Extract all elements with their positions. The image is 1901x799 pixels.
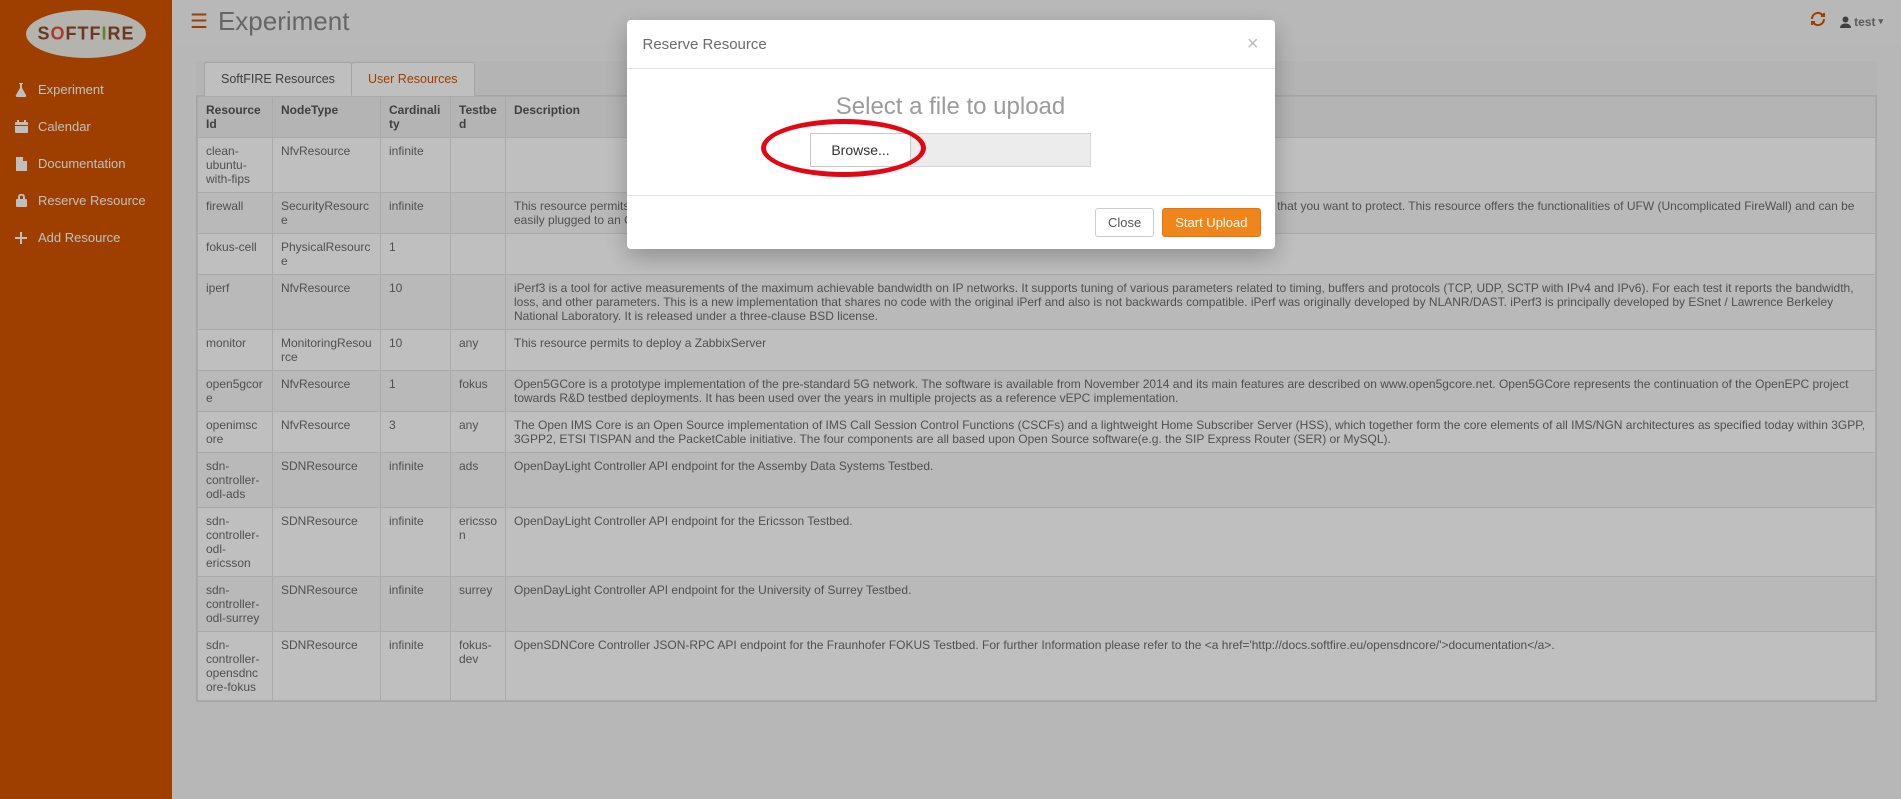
browse-button[interactable]: Browse... [810, 133, 910, 167]
file-name-field[interactable] [911, 133, 1091, 167]
upload-heading: Select a file to upload [643, 93, 1259, 121]
modal-footer: Close Start Upload [627, 195, 1275, 249]
modal-header: Reserve Resource × [627, 20, 1275, 69]
close-icon[interactable]: × [1247, 34, 1259, 54]
modal-body: Select a file to upload Browse... [627, 69, 1275, 195]
file-input-group: Browse... [810, 133, 1090, 167]
reserve-resource-modal: Reserve Resource × Select a file to uplo… [627, 20, 1275, 249]
close-button[interactable]: Close [1095, 208, 1154, 237]
start-upload-button[interactable]: Start Upload [1162, 208, 1260, 237]
modal-overlay[interactable]: Reserve Resource × Select a file to uplo… [0, 0, 1901, 799]
modal-title: Reserve Resource [643, 36, 767, 53]
